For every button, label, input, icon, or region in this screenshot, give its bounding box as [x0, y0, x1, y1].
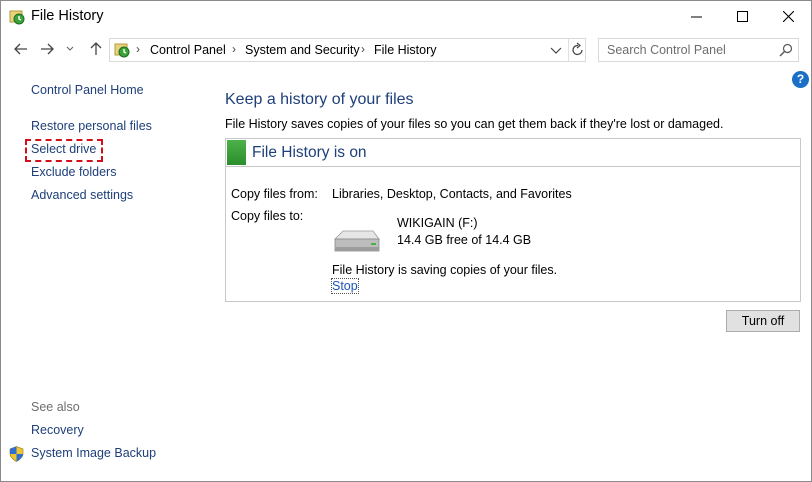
- address-divider: [568, 39, 569, 61]
- title-bar: File History: [1, 1, 811, 32]
- file-history-icon: [114, 43, 130, 58]
- page-heading: Keep a history of your files: [225, 91, 414, 108]
- breadcrumb-file-history[interactable]: File History: [374, 43, 437, 57]
- select-drive-highlight: [25, 139, 103, 162]
- copy-to-label: Copy files to:: [231, 209, 304, 223]
- status-panel-header: File History is on: [226, 139, 800, 167]
- copy-from-label: Copy files from:: [231, 187, 318, 201]
- recent-locations-button[interactable]: [64, 39, 76, 59]
- address-bar[interactable]: › Control Panel › System and Security › …: [109, 38, 586, 62]
- chevron-down-icon: [66, 46, 74, 51]
- advanced-settings-link[interactable]: Advanced settings: [31, 188, 133, 202]
- status-panel-title: File History is on: [252, 144, 367, 161]
- stop-link[interactable]: Stop: [331, 278, 359, 294]
- page-description: File History saves copies of your files …: [225, 117, 724, 131]
- minimize-button[interactable]: [673, 1, 719, 32]
- file-history-icon: [9, 10, 25, 25]
- drive-free-space: 14.4 GB free of 14.4 GB: [397, 233, 532, 247]
- exclude-folders-link[interactable]: Exclude folders: [31, 165, 116, 179]
- window-title: File History: [31, 8, 104, 24]
- arrow-right-icon: [41, 43, 54, 55]
- see-also-label: See also: [31, 400, 80, 414]
- restore-personal-files-link[interactable]: Restore personal files: [31, 119, 152, 133]
- up-button[interactable]: [86, 39, 106, 59]
- help-icon[interactable]: ?: [792, 71, 809, 88]
- arrow-up-icon: [90, 42, 102, 55]
- breadcrumb-system-and-security[interactable]: System and Security: [245, 43, 360, 57]
- chevron-down-icon[interactable]: [548, 42, 564, 58]
- minimize-icon: [690, 16, 702, 18]
- refresh-icon[interactable]: [571, 42, 585, 58]
- recovery-link[interactable]: Recovery: [31, 423, 84, 437]
- forward-button[interactable]: [37, 39, 57, 59]
- close-icon: [782, 11, 794, 22]
- search-input[interactable]: [599, 39, 774, 61]
- arrow-left-icon: [14, 43, 27, 55]
- system-image-backup-link[interactable]: System Image Backup: [31, 446, 156, 460]
- search-icon[interactable]: [779, 43, 793, 57]
- maximize-button[interactable]: [719, 1, 765, 32]
- control-panel-home-link[interactable]: Control Panel Home: [31, 83, 144, 97]
- drive-icon: [334, 230, 380, 252]
- search-box[interactable]: [598, 38, 799, 62]
- close-button[interactable]: [765, 1, 811, 32]
- breadcrumb-separator-icon: ›: [136, 42, 140, 56]
- maximize-icon: [736, 11, 748, 22]
- navigation-bar: › Control Panel › System and Security › …: [1, 35, 811, 65]
- back-button[interactable]: [11, 39, 31, 59]
- breadcrumb-separator-icon[interactable]: ›: [232, 42, 236, 56]
- breadcrumb-separator-icon[interactable]: ›: [361, 42, 365, 56]
- status-text: File History is saving copies of your fi…: [332, 263, 558, 277]
- shield-icon: [9, 446, 24, 462]
- turn-off-button[interactable]: Turn off: [726, 310, 800, 332]
- status-panel: File History is on Copy files from: Libr…: [225, 138, 801, 302]
- breadcrumb-control-panel[interactable]: Control Panel: [150, 43, 226, 57]
- drive-name: WIKIGAIN (F:): [397, 216, 478, 230]
- file-history-window: File History › Control Panel › System an…: [0, 0, 812, 482]
- copy-from-value: Libraries, Desktop, Contacts, and Favori…: [332, 187, 572, 201]
- status-indicator-bar: [227, 140, 246, 165]
